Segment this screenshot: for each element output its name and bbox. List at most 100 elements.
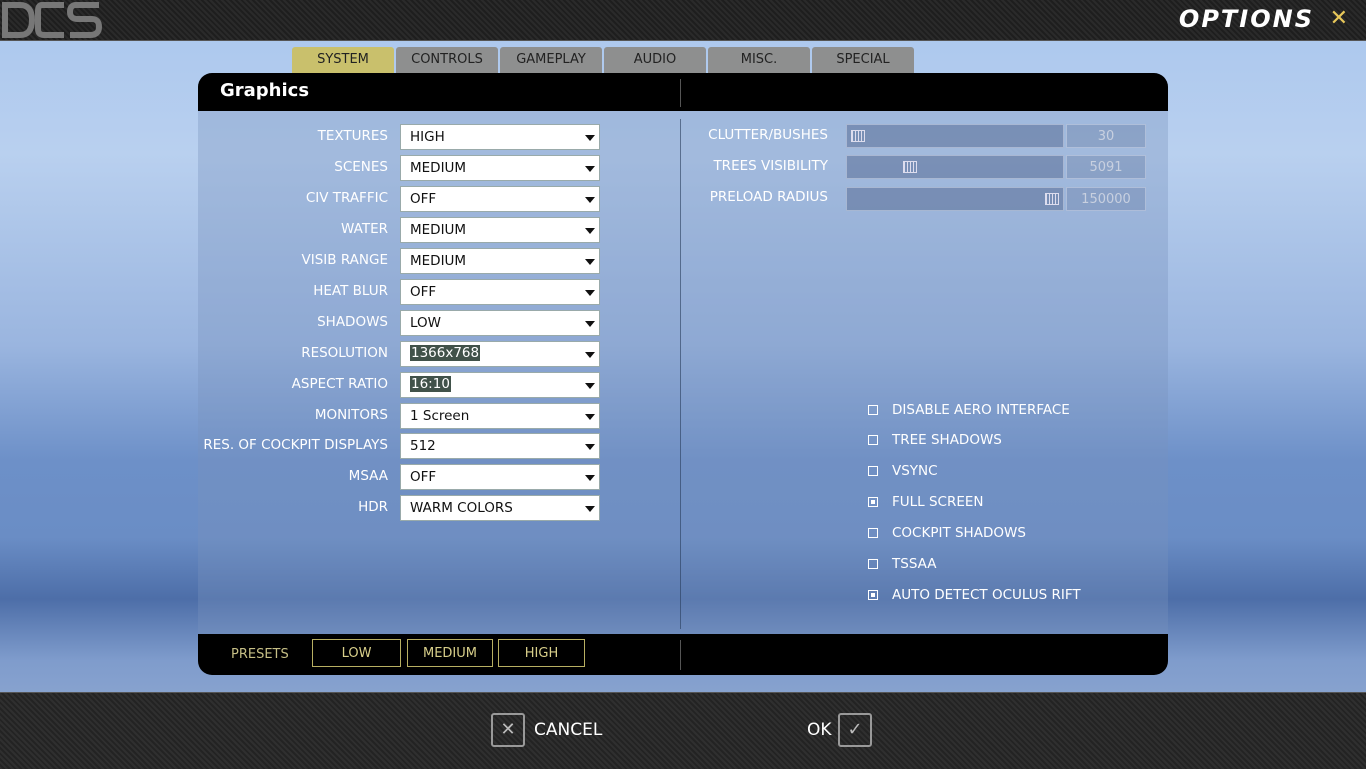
checkbox[interactable] [868,559,878,569]
clutter-value: 30 [1066,124,1146,148]
preset-medium-button[interactable]: MEDIUM [407,639,493,667]
dropdown-value: WARM COLORS [410,500,513,516]
visib-range-dropdown[interactable]: MEDIUM [400,248,600,274]
chevron-down-icon [585,383,595,389]
tab-gameplay[interactable]: GAMEPLAY [500,47,602,73]
top-bar: OPTIONS ✕ [0,0,1366,41]
chevron-down-icon [585,506,595,512]
slider-thumb[interactable] [903,161,918,173]
clutter-slider[interactable] [846,124,1064,148]
panel-header: Graphics [198,73,1168,111]
setting-label-shadows: SHADOWS [317,314,388,330]
dropdown-value: HIGH [410,129,445,145]
cancel-button[interactable]: ✕ CANCEL [491,713,611,749]
checkbox[interactable] [868,497,878,507]
textures-dropdown[interactable]: HIGH [400,124,600,150]
checkbox[interactable] [868,435,878,445]
tab-misc[interactable]: MISC. [708,47,810,73]
close-icon: ✕ [491,713,525,747]
dcs-logo [2,2,102,38]
preset-low-button[interactable]: LOW [312,639,401,667]
chevron-down-icon [585,259,595,265]
chevron-down-icon [585,228,595,234]
tab-audio[interactable]: AUDIO [604,47,706,73]
checkbox-label: FULL SCREEN [892,494,984,510]
setting-label-hdr: HDR [358,499,388,515]
resolution-dropdown[interactable]: 1366x768 [400,341,600,367]
bottom-bar: ✕ CANCEL OK ✓ [0,692,1366,769]
ok-button[interactable]: OK ✓ [806,713,876,749]
slider-label-trees: TREES VISIBILITY [713,158,828,174]
preload-radius-slider[interactable] [846,187,1064,211]
hdr-dropdown[interactable]: WARM COLORS [400,495,600,521]
chevron-down-icon [585,197,595,203]
chevron-down-icon [585,321,595,327]
checkbox[interactable] [868,405,878,415]
setting-label-resolution: RESOLUTION [301,345,388,361]
dropdown-value: 16:10 [410,376,451,392]
checkbox[interactable] [868,466,878,476]
ok-label: OK [807,720,832,740]
tab-bar: SYSTEM CONTROLS GAMEPLAY AUDIO MISC. SPE… [292,47,914,73]
cancel-label: CANCEL [534,720,603,740]
presets-bar: PRESETS LOW MEDIUM HIGH [198,634,1168,675]
setting-label-monitors: MONITORS [314,407,388,423]
checkbox-label: VSYNC [892,463,938,479]
dropdown-value: 512 [410,438,436,454]
chevron-down-icon [585,352,595,358]
tab-system[interactable]: SYSTEM [292,47,394,73]
setting-label-aspect-ratio: ASPECT RATIO [291,376,388,392]
checkbox-label: TREE SHADOWS [892,432,1002,448]
dropdown-value: OFF [410,284,437,300]
water-dropdown[interactable]: MEDIUM [400,217,600,243]
dropdown-value: MEDIUM [410,253,467,269]
setting-label-cockpit-displays: RES. OF COCKPIT DISPLAYS [203,437,388,453]
dropdown-value: OFF [410,191,437,207]
aspect-ratio-dropdown[interactable]: 16:10 [400,372,600,398]
scenes-dropdown[interactable]: MEDIUM [400,155,600,181]
setting-label-textures: TEXTURES [317,128,388,144]
trees-visibility-slider[interactable] [846,155,1064,179]
checkbox[interactable] [868,590,878,600]
tab-special[interactable]: SPECIAL [812,47,914,73]
panel-title: Graphics [220,80,310,101]
tab-controls[interactable]: CONTROLS [396,47,498,73]
dropdown-value: 1366x768 [410,345,481,361]
checkbox[interactable] [868,528,878,538]
setting-label-water: WATER [341,221,388,237]
checkmark-icon: ✓ [838,713,872,747]
setting-label-civ-traffic: CIV TRAFFIC [305,190,388,206]
slider-thumb[interactable] [851,130,865,142]
shadows-dropdown[interactable]: LOW [400,310,600,336]
checkbox-label: COCKPIT SHADOWS [892,525,1026,541]
civ-traffic-dropdown[interactable]: OFF [400,186,600,212]
setting-label-scenes: SCENES [334,159,388,175]
options-title: OPTIONS [1178,5,1314,33]
preload-radius-value: 150000 [1066,187,1146,211]
cockpit-displays-dropdown[interactable]: 512 [400,433,600,459]
setting-label-msaa: MSAA [348,468,388,484]
heat-blur-dropdown[interactable]: OFF [400,279,600,305]
msaa-dropdown[interactable]: OFF [400,464,600,490]
footer-divider [680,640,681,670]
checkbox-label: TSSAA [892,556,937,572]
chevron-down-icon [585,166,595,172]
chevron-down-icon [585,414,595,420]
graphics-panel: Graphics TEXTURES HIGH SCENES MEDIUM CIV… [198,73,1168,675]
preset-high-button[interactable]: HIGH [498,639,585,667]
chevron-down-icon [585,135,595,141]
dropdown-value: MEDIUM [410,160,467,176]
checkbox-label: AUTO DETECT OCULUS RIFT [892,587,1081,603]
dropdown-value: LOW [410,315,442,331]
slider-thumb[interactable] [1045,193,1059,205]
chevron-down-icon [585,290,595,296]
presets-label: PRESETS [231,647,289,662]
dropdown-value: OFF [410,469,437,485]
column-divider [680,119,681,629]
monitors-dropdown[interactable]: 1 Screen [400,403,600,429]
dropdown-value: 1 Screen [410,408,470,424]
close-icon[interactable]: ✕ [1330,6,1348,31]
dropdown-value: MEDIUM [410,222,467,238]
slider-label-clutter: CLUTTER/BUSHES [708,127,828,143]
chevron-down-icon [585,444,595,450]
